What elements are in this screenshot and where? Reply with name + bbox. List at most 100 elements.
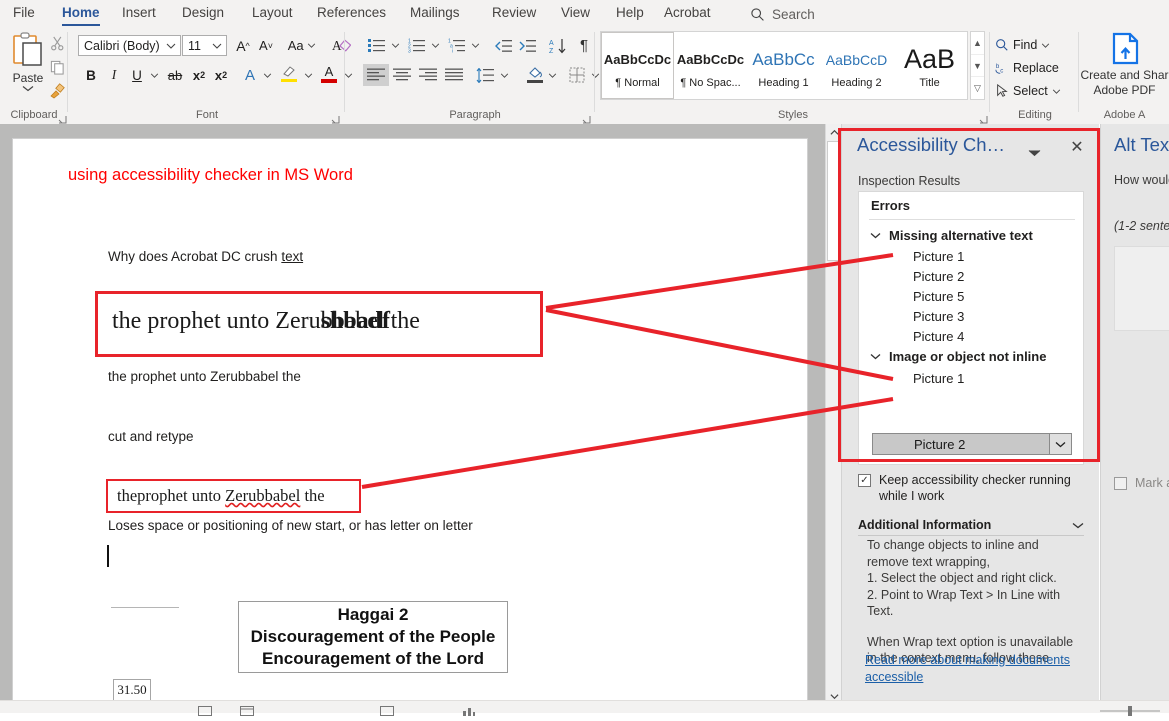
list-item[interactable]: Picture 1 [913, 368, 964, 388]
tab-view[interactable]: View [552, 0, 599, 28]
italic-button[interactable]: I [103, 64, 125, 86]
sort-button[interactable]: A Z [546, 35, 570, 56]
error-group-image-not-inline[interactable]: Image or object not inline [869, 346, 1046, 366]
decrease-indent-button[interactable] [491, 35, 515, 56]
additional-information-header[interactable]: Additional Information [858, 518, 1084, 532]
find-button[interactable]: Find [995, 34, 1050, 56]
multilevel-list-dropdown[interactable] [469, 35, 482, 56]
close-pane-button[interactable]: ✕ [1066, 136, 1088, 158]
bullets-dropdown[interactable] [389, 35, 402, 56]
shading-button[interactable] [523, 62, 547, 87]
styles-dialog-launcher[interactable] [979, 111, 988, 124]
paste-button[interactable]: Paste [6, 31, 50, 103]
zoom-slider[interactable] [1100, 703, 1160, 716]
tab-design[interactable]: Design [173, 0, 233, 28]
text-effects-button[interactable]: A [239, 64, 261, 86]
bold-button[interactable]: B [80, 64, 102, 86]
tab-file[interactable]: File [4, 0, 44, 28]
styles-scroll-up-button[interactable]: ▲ [971, 32, 984, 55]
style-heading-1[interactable]: AaBbCc Heading 1 [747, 32, 820, 99]
increase-indent-button[interactable] [515, 35, 539, 56]
show-formatting-marks-button[interactable]: ¶ [573, 35, 595, 56]
styles-gallery[interactable]: AaBbCcDc ¶ Normal AaBbCcDc ¶ No Spac... … [600, 31, 968, 100]
list-item[interactable]: Picture 4 [913, 326, 964, 346]
copy-button[interactable] [46, 56, 68, 78]
style-no-spacing[interactable]: AaBbCcDc ¶ No Spac... [674, 32, 747, 99]
paragraph-dialog-launcher[interactable] [582, 111, 591, 124]
text-effects-dropdown[interactable] [260, 64, 274, 86]
error-group-missing-alt-text[interactable]: Missing alternative text [869, 225, 1033, 245]
pane-options-dropdown[interactable] [1028, 144, 1041, 162]
numbering-dropdown[interactable] [429, 35, 442, 56]
multilevel-list-button[interactable]: 1 a i [445, 35, 469, 56]
style-heading-2[interactable]: AaBbCcD Heading 2 [820, 32, 893, 99]
tab-review[interactable]: Review [483, 0, 545, 28]
borders-button[interactable] [565, 64, 589, 86]
print-layout-view-icon[interactable] [198, 703, 212, 716]
underline-dropdown[interactable] [147, 64, 161, 86]
styles-more-button[interactable]: ▽ [971, 77, 984, 99]
tab-mailings[interactable]: Mailings [401, 0, 469, 28]
keep-checker-running-checkbox[interactable]: ✓ [858, 474, 871, 487]
document-page[interactable]: using accessibility checker in MS Word W… [12, 138, 808, 701]
page-number-field[interactable]: 31.50 [113, 679, 151, 701]
scroll-up-button[interactable] [826, 124, 842, 140]
list-item[interactable]: Picture 1 [913, 246, 964, 266]
scrollbar-thumb[interactable] [827, 141, 841, 261]
keep-checker-running-option[interactable]: ✓ Keep accessibility checker running whi… [858, 472, 1084, 504]
bullets-button[interactable] [365, 35, 389, 56]
select-button[interactable]: Select [995, 80, 1061, 102]
tab-help[interactable]: Help [607, 0, 653, 28]
superscript-button[interactable]: x2 [210, 64, 232, 86]
search-box[interactable]: Search [750, 0, 815, 28]
create-and-share-adobe-pdf-button[interactable]: Create and Shar Adobe PDF [1080, 32, 1169, 98]
highlight-button[interactable] [277, 61, 301, 86]
inspection-results-list[interactable]: Errors Missing alternative text Picture … [858, 191, 1084, 465]
styles-gallery-scrollbar[interactable]: ▲ ▼ ▽ [970, 31, 985, 100]
selected-list-item[interactable]: Picture 2 [872, 433, 1072, 455]
tab-home[interactable]: Home [53, 0, 109, 28]
document-scrollbar[interactable] [825, 124, 842, 713]
replace-button[interactable]: bc Replace [995, 57, 1059, 79]
strikethrough-button[interactable]: ab [163, 64, 187, 86]
justify-button[interactable] [441, 64, 467, 86]
reading-view-icon[interactable] [380, 703, 394, 716]
mark-as-decorative-checkbox[interactable] [1114, 476, 1127, 490]
tab-acrobat[interactable]: Acrobat [655, 0, 720, 28]
clipboard-dialog-launcher[interactable] [58, 111, 67, 124]
item-actions-dropdown[interactable] [1049, 434, 1071, 454]
line-spacing-button[interactable] [472, 64, 498, 86]
tab-insert[interactable]: Insert [113, 0, 165, 28]
list-item[interactable]: Picture 3 [913, 306, 964, 326]
align-center-button[interactable] [389, 64, 415, 86]
font-dialog-launcher[interactable] [331, 111, 340, 124]
list-item[interactable]: Picture 5 [913, 286, 964, 306]
align-left-button[interactable] [363, 64, 389, 86]
font-color-button[interactable]: A [317, 61, 341, 86]
mark-as-decorative-option[interactable]: Mark as decorative [1114, 476, 1169, 490]
align-right-button[interactable] [415, 64, 441, 86]
web-layout-view-icon[interactable] [240, 703, 254, 716]
tab-references[interactable]: References [308, 0, 395, 28]
list-item[interactable]: Picture 2 [913, 266, 964, 286]
style-normal[interactable]: AaBbCcDc ¶ Normal [601, 32, 674, 99]
font-size-combobox[interactable]: 11 [182, 35, 227, 56]
read-more-link[interactable]: Read more about making documents accessi… [865, 652, 1075, 686]
style-title[interactable]: AaB Title [893, 32, 966, 99]
format-painter-button[interactable] [46, 80, 68, 102]
change-case-button[interactable]: Aa [284, 35, 320, 56]
alt-text-input[interactable] [1114, 246, 1169, 331]
grow-font-button[interactable]: A ^ [232, 35, 254, 56]
highlight-dropdown[interactable] [301, 64, 315, 86]
document-canvas[interactable]: using accessibility checker in MS Word W… [0, 124, 825, 713]
haggai-text-box[interactable]: Haggai 2 Discouragement of the People En… [238, 601, 508, 673]
font-name-combobox[interactable]: Calibri (Body) [78, 35, 181, 56]
subscript-button[interactable]: x2 [188, 64, 210, 86]
shrink-font-button[interactable]: A ˅ [255, 35, 277, 56]
shading-dropdown[interactable] [546, 64, 559, 86]
chart-icon[interactable] [462, 703, 476, 716]
tab-layout[interactable]: Layout [243, 0, 302, 28]
doc-line-1-link[interactable]: text [281, 249, 303, 264]
line-spacing-dropdown[interactable] [498, 64, 511, 86]
clear-formatting-button[interactable]: A [329, 35, 353, 56]
